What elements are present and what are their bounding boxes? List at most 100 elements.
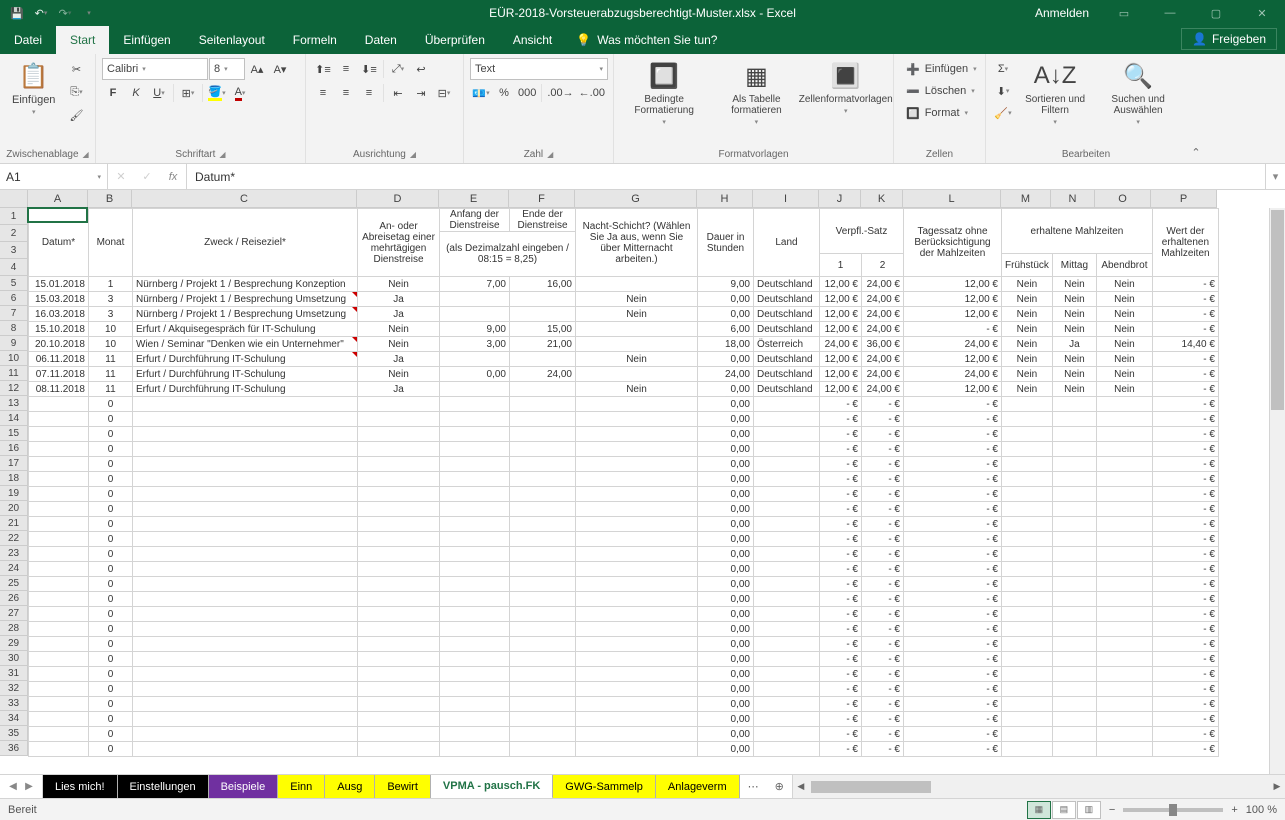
save-icon[interactable]: 💾: [6, 2, 28, 24]
row-header[interactable]: 21: [0, 516, 28, 531]
sheet-tab[interactable]: Ausg: [325, 775, 375, 798]
row-header[interactable]: 20: [0, 501, 28, 516]
row-header[interactable]: 36: [0, 741, 28, 756]
column-header[interactable]: A: [28, 190, 88, 208]
view-page-break-icon[interactable]: ▥: [1077, 801, 1101, 819]
row-header[interactable]: 31: [0, 666, 28, 681]
column-header[interactable]: P: [1151, 190, 1217, 208]
row-header[interactable]: 8: [0, 321, 28, 336]
merge-icon[interactable]: ⊟▾: [433, 82, 455, 104]
row-header[interactable]: 33: [0, 696, 28, 711]
copy-icon[interactable]: ⎘▾: [65, 81, 87, 103]
fill-color-icon[interactable]: 🪣▾: [206, 82, 228, 104]
new-sheet-icon[interactable]: ⊕: [767, 775, 792, 798]
cells-area[interactable]: Datum*MonatZweck / Reiseziel*An- oder Ab…: [28, 208, 1219, 757]
column-header[interactable]: E: [439, 190, 509, 208]
fill-icon[interactable]: ⬇▾: [992, 80, 1014, 102]
row-header[interactable]: 30: [0, 651, 28, 666]
row-header[interactable]: 15: [0, 426, 28, 441]
row-header[interactable]: 25: [0, 576, 28, 591]
sheet-tab[interactable]: Lies mich!: [43, 775, 118, 798]
row-header[interactable]: 35: [0, 726, 28, 741]
align-right-icon[interactable]: ≡: [358, 82, 380, 104]
sheet-tab[interactable]: Anlageverm: [656, 775, 740, 798]
cell-styles-button[interactable]: 🔳Zellenformatvorlagen▾: [805, 58, 887, 117]
format-cells-button[interactable]: 🔲Format▾: [900, 102, 974, 124]
sheet-tab[interactable]: Beispiele: [209, 775, 279, 798]
row-header[interactable]: 12: [0, 381, 28, 396]
close-icon[interactable]: ✕: [1239, 0, 1285, 26]
thousands-icon[interactable]: 000: [516, 82, 538, 104]
tell-me-search[interactable]: 💡 Was möchten Sie tun?: [566, 26, 727, 54]
dialog-launcher-icon[interactable]: ◢: [83, 150, 89, 159]
row-header[interactable]: 24: [0, 561, 28, 576]
expand-formula-bar-icon[interactable]: ▾: [1265, 164, 1285, 189]
column-header[interactable]: B: [88, 190, 132, 208]
find-select-button[interactable]: 🔍Suchen und Auswählen▾: [1096, 58, 1180, 128]
font-color-icon[interactable]: A▾: [229, 82, 251, 104]
align-middle-icon[interactable]: ≡: [335, 58, 357, 80]
row-header[interactable]: 14: [0, 411, 28, 426]
ribbon-options-icon[interactable]: ▭: [1101, 0, 1147, 26]
select-all-button[interactable]: [0, 190, 28, 208]
menu-ueberpruefen[interactable]: Überprüfen: [411, 26, 499, 54]
view-page-layout-icon[interactable]: ▤: [1052, 801, 1076, 819]
row-header[interactable]: 29: [0, 636, 28, 651]
vertical-scrollbar[interactable]: [1269, 208, 1285, 774]
share-button[interactable]: 👤 Freigeben: [1181, 28, 1277, 50]
menu-datei[interactable]: Datei: [0, 26, 56, 54]
tab-nav-next-icon[interactable]: ▶: [22, 781, 36, 792]
sheet-tab[interactable]: Einn: [278, 775, 325, 798]
minimize-icon[interactable]: —: [1147, 0, 1193, 26]
font-size-combo[interactable]: 8▾: [209, 58, 245, 80]
column-header[interactable]: H: [697, 190, 753, 208]
row-header[interactable]: 16: [0, 441, 28, 456]
align-left-icon[interactable]: ≡: [312, 82, 334, 104]
currency-icon[interactable]: 💶▾: [470, 82, 492, 104]
insert-cells-button[interactable]: ➕Einfügen▾: [900, 58, 983, 80]
menu-ansicht[interactable]: Ansicht: [499, 26, 566, 54]
column-header[interactable]: M: [1001, 190, 1051, 208]
column-header[interactable]: O: [1095, 190, 1151, 208]
scrollbar-thumb[interactable]: [1271, 210, 1284, 410]
name-box[interactable]: A1▾: [0, 164, 108, 189]
dialog-launcher-icon[interactable]: ◢: [410, 150, 416, 159]
row-header[interactable]: 3: [0, 242, 28, 259]
row-header[interactable]: 6: [0, 291, 28, 306]
row-header[interactable]: 18: [0, 471, 28, 486]
italic-button[interactable]: K: [125, 82, 147, 104]
cut-icon[interactable]: ✂: [65, 58, 87, 80]
zoom-slider[interactable]: [1123, 808, 1223, 812]
decrease-indent-icon[interactable]: ⇤: [387, 82, 409, 104]
row-header[interactable]: 19: [0, 486, 28, 501]
menu-daten[interactable]: Daten: [351, 26, 411, 54]
menu-start[interactable]: Start: [56, 26, 109, 54]
row-header[interactable]: 22: [0, 531, 28, 546]
column-header[interactable]: C: [132, 190, 357, 208]
scrollbar-thumb[interactable]: [811, 781, 931, 793]
view-normal-icon[interactable]: ▦: [1027, 801, 1051, 819]
delete-cells-button[interactable]: ➖Löschen▾: [900, 80, 981, 102]
column-header[interactable]: D: [357, 190, 439, 208]
row-header[interactable]: 32: [0, 681, 28, 696]
number-format-combo[interactable]: Text▾: [470, 58, 608, 80]
row-header[interactable]: 9: [0, 336, 28, 351]
decrease-font-icon[interactable]: A▾: [269, 58, 291, 80]
hscroll-right-icon[interactable]: ▶: [1269, 779, 1285, 795]
column-header[interactable]: F: [509, 190, 575, 208]
border-icon[interactable]: ⊞▾: [177, 82, 199, 104]
row-header[interactable]: 5: [0, 276, 28, 291]
column-headers[interactable]: ABCDEFGHIJKLMNOP: [28, 190, 1217, 208]
column-header[interactable]: I: [753, 190, 819, 208]
qat-customize-icon[interactable]: ▾: [78, 2, 100, 24]
column-header[interactable]: K: [861, 190, 903, 208]
insert-function-icon[interactable]: fx: [160, 171, 186, 183]
login-button[interactable]: Anmelden: [1023, 6, 1101, 20]
hscroll-left-icon[interactable]: ◀: [793, 779, 809, 795]
format-as-table-button[interactable]: ▦Als Tabelle formatieren▾: [712, 58, 800, 128]
row-header[interactable]: 27: [0, 606, 28, 621]
confirm-formula-icon[interactable]: ✓: [134, 170, 160, 183]
row-header[interactable]: 26: [0, 591, 28, 606]
spreadsheet-grid[interactable]: ABCDEFGHIJKLMNOP 12345678910111213141516…: [0, 190, 1285, 774]
menu-seitenlayout[interactable]: Seitenlayout: [185, 26, 279, 54]
